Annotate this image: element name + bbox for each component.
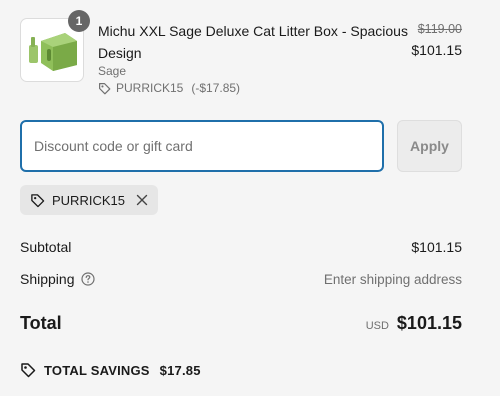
subtotal-row: Subtotal $101.15	[20, 239, 462, 255]
product-discount-amount: (-$17.85)	[191, 81, 241, 95]
subtotal-label: Subtotal	[20, 239, 72, 255]
subtotal-value: $101.15	[411, 239, 462, 255]
quantity-badge: 1	[68, 10, 90, 32]
currency-code: USD	[365, 320, 389, 332]
product-discount: PURRICK15 (-$17.85)	[98, 81, 240, 95]
product-name: Michu XXL Sage Deluxe Cat Litter Box - S…	[98, 23, 408, 61]
total-row: Total USD $101.15	[20, 313, 462, 334]
help-icon[interactable]	[80, 272, 95, 286]
savings-label: TOTAL SAVINGS	[44, 362, 150, 378]
tag-icon	[99, 82, 111, 94]
shipping-label: Shipping	[20, 271, 75, 287]
close-icon	[136, 194, 148, 206]
original-price: $119.00	[417, 22, 462, 36]
litter-box-image	[29, 33, 77, 71]
shipping-value: Enter shipping address	[323, 271, 462, 287]
product-price: $101.15	[411, 42, 462, 58]
total-label: Total	[20, 313, 62, 333]
tag-icon	[31, 193, 45, 207]
total-savings: TOTAL SAVINGS $17.85	[20, 362, 201, 378]
cart-line-item: 1 Michu XXL Sage Deluxe Cat Litter Box -…	[20, 10, 462, 98]
remove-discount-button[interactable]	[136, 194, 148, 206]
discount-code-input[interactable]	[20, 120, 384, 172]
tag-icon	[21, 363, 36, 378]
apply-button[interactable]: Apply	[397, 120, 462, 172]
applied-discount-chip: PURRICK15	[20, 185, 158, 215]
product-variant: Sage	[98, 64, 127, 78]
savings-value: $17.85	[159, 362, 201, 378]
total-value: $101.15	[396, 313, 462, 333]
applied-discount-code: PURRICK15	[52, 192, 125, 208]
shipping-row: Shipping Enter shipping address	[20, 271, 462, 287]
product-discount-code: PURRICK15	[116, 81, 184, 95]
